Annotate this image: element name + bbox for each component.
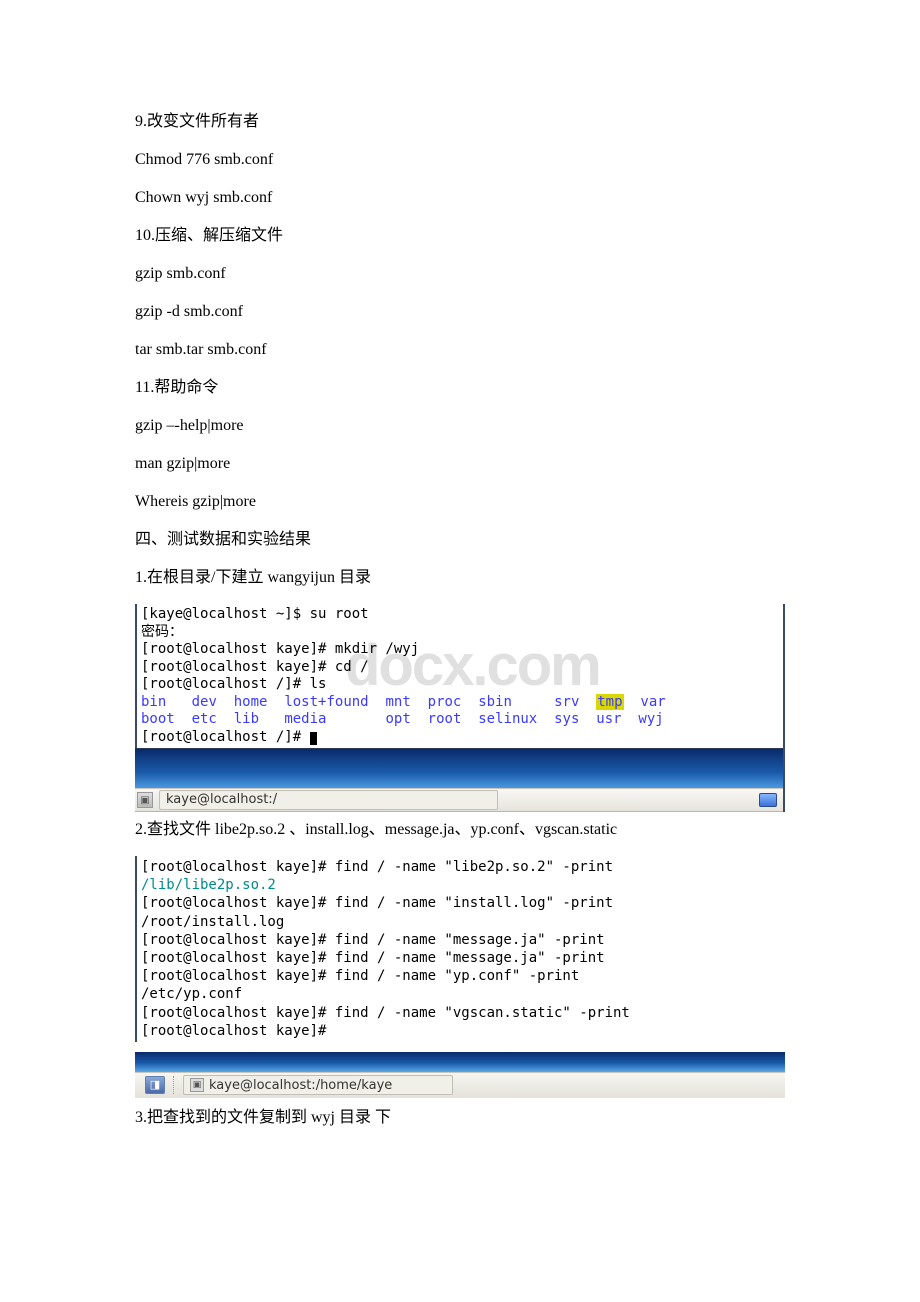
cmd-gzip-d: gzip -d smb.conf [135,300,785,324]
term-prompt: [root@localhost kaye]# [141,1022,781,1040]
window-blue-gradient [135,748,783,788]
window-blue-gradient [135,1052,785,1072]
term-line: [root@localhost kaye]# cd / [141,659,779,677]
section-4-title: 四、测试数据和实验结果 [135,528,785,552]
term-line: [root@localhost /]# ls [141,676,779,694]
app-launcher-icon[interactable]: ◨ [145,1076,165,1094]
ls-row-1: bin dev home lost+found mnt proc sbin sr… [141,694,779,712]
term-prompt: [root@localhost /]# [141,729,779,747]
term-line: [root@localhost kaye]# find / -name "ins… [141,894,781,912]
terminal-screenshot-1: docx.com [kaye@localhost ~]$ su root 密码：… [135,604,785,812]
term-output: /lib/libe2p.so.2 [141,876,781,894]
cmd-chmod: Chmod 776 smb.conf [135,148,785,172]
cmd-gzip: gzip smb.conf [135,262,785,286]
cursor-icon [310,732,317,745]
cmd-chown: Chown wyj smb.conf [135,186,785,210]
separator [173,1076,179,1094]
step-1: 1.在根目录/下建立 wangyijun 目录 [135,566,785,590]
terminal-screenshot-2: [root@localhost kaye]# find / -name "lib… [135,856,785,1042]
highlighted-tmp: tmp [596,694,623,710]
taskbar: ◨ ▣ kaye@localhost:/home/kaye [135,1072,785,1098]
term-output: /root/install.log [141,913,781,931]
term-output: /etc/yp.conf [141,985,781,1003]
term-line: 密码： [141,624,779,642]
cmd-gzip-help: gzip –-help|more [135,414,785,438]
cmd-man-gzip: man gzip|more [135,452,785,476]
taskbar-title: kaye@localhost:/home/kaye [209,1076,392,1096]
heading-11: 11.帮助命令 [135,376,785,400]
term-line: [kaye@localhost ~]$ su root [141,606,779,624]
step-3: 3.把查找到的文件复制到 wyj 目录 下 [135,1106,785,1130]
step-2: 2.查找文件 libe2p.so.2 、install.log、message.… [135,818,785,842]
ls-row-2: boot etc lib media opt root selinux sys … [141,711,779,729]
term-line: [root@localhost kaye]# mkdir /wyj [141,641,779,659]
taskbar-button[interactable]: ▣ kaye@localhost:/home/kaye [183,1075,453,1095]
taskbar-button[interactable]: kaye@localhost:/ [159,790,498,810]
taskbar: ▣ kaye@localhost:/ [135,788,783,812]
term-line: [root@localhost kaye]# find / -name "yp.… [141,967,781,985]
heading-10: 10.压缩、解压缩文件 [135,224,785,248]
term-line: [root@localhost kaye]# find / -name "mes… [141,949,781,967]
cmd-tar: tar smb.tar smb.conf [135,338,785,362]
term-line: [root@localhost kaye]# find / -name "mes… [141,931,781,949]
cmd-whereis: Whereis gzip|more [135,490,785,514]
term-line: [root@localhost kaye]# find / -name "lib… [141,858,781,876]
term-line: [root@localhost kaye]# find / -name "vgs… [141,1004,781,1022]
heading-9: 9.改变文件所有者 [135,110,785,134]
tray-icon [759,793,777,807]
taskbar-title: kaye@localhost:/ [166,790,277,810]
terminal-icon: ▣ [190,1078,204,1092]
terminal-icon: ▣ [137,792,153,808]
